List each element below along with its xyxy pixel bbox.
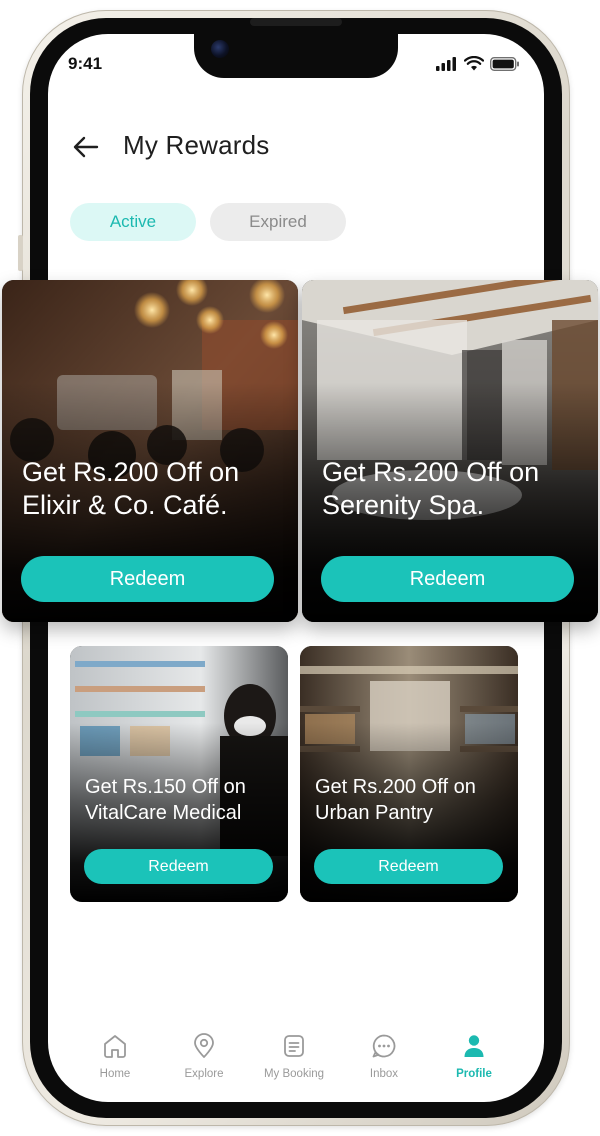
redeem-button[interactable]: Redeem xyxy=(84,849,273,884)
speaker xyxy=(250,18,342,26)
redeem-button[interactable]: Redeem xyxy=(21,556,274,602)
redeem-button[interactable]: Redeem xyxy=(314,849,503,884)
home-icon xyxy=(104,1035,126,1058)
signal-icon xyxy=(436,56,456,71)
tab-expired[interactable]: Expired xyxy=(210,203,346,241)
front-camera xyxy=(211,40,229,58)
reward-title: Get Rs.150 Off on VitalCare Medical xyxy=(85,776,246,824)
status-time: 9:41 xyxy=(68,54,103,73)
page-title: My Rewards xyxy=(123,130,270,160)
back-arrow-icon[interactable] xyxy=(72,133,100,161)
reward-title: Get Rs.200 Off on Elixir & Co. Café. xyxy=(22,457,240,520)
nav-label: Profile xyxy=(456,1068,492,1080)
nav-item-my-booking[interactable]: My Booking xyxy=(249,1032,339,1080)
chat-icon xyxy=(372,1034,396,1058)
reward-card-pharmacy: Get Rs.150 Off on VitalCare Medical Rede… xyxy=(70,646,288,902)
reward-title: Get Rs.200 Off on Urban Pantry xyxy=(315,776,476,824)
status-icons xyxy=(436,56,520,71)
nav-label: Home xyxy=(99,1068,131,1080)
nav-item-profile[interactable]: Profile xyxy=(429,1032,519,1080)
nav-label: My Booking xyxy=(263,1068,325,1080)
bottom-nav: Home Explore My Booking Inbox Profile xyxy=(70,1032,530,1092)
reward-card-cafe: Get Rs.200 Off on Elixir & Co. Café. Red… xyxy=(2,280,298,622)
battery-icon xyxy=(490,56,519,71)
redeem-button[interactable]: Redeem xyxy=(321,556,574,602)
booking-icon xyxy=(284,1035,304,1057)
nav-item-explore[interactable]: Explore xyxy=(159,1032,249,1080)
nav-label: Explore xyxy=(184,1068,224,1080)
map-pin-icon xyxy=(194,1033,214,1058)
phone-side-button xyxy=(18,235,23,271)
reward-card-spa: Get Rs.200 Off on Serenity Spa. Redeem xyxy=(302,280,598,622)
nav-item-home[interactable]: Home xyxy=(70,1032,160,1080)
profile-icon xyxy=(464,1035,484,1057)
nav-item-inbox[interactable]: Inbox xyxy=(339,1032,429,1080)
wifi-icon xyxy=(464,56,484,71)
nav-label: Inbox xyxy=(369,1068,399,1080)
reward-card-grocery: Get Rs.200 Off on Urban Pantry Redeem xyxy=(300,646,518,902)
reward-title: Get Rs.200 Off on Serenity Spa. xyxy=(322,457,540,520)
tab-active[interactable]: Active xyxy=(70,203,196,241)
